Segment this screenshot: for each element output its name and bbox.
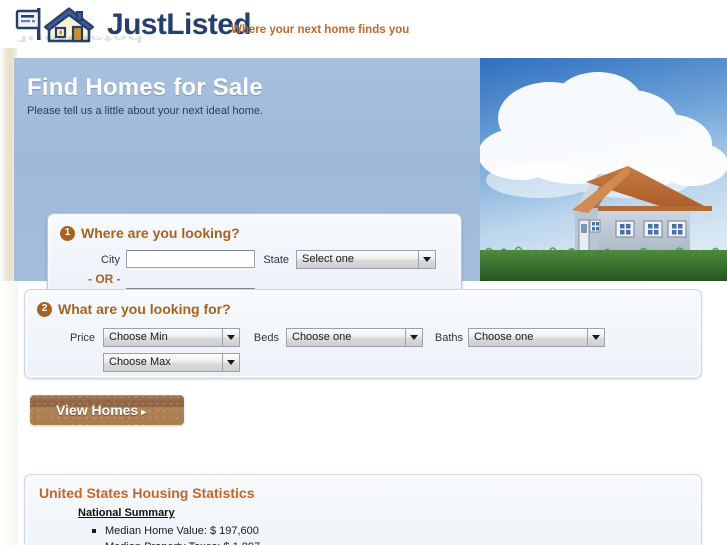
step-1-title: Where are you looking? xyxy=(81,225,240,241)
housing-statistics-panel: United States Housing Statistics Nationa… xyxy=(24,474,702,545)
price-min-select[interactable]: Choose Min xyxy=(103,328,240,347)
beds-label: Beds xyxy=(253,332,279,344)
step-2-badge: 2 xyxy=(37,301,52,317)
beds-value: Choose one xyxy=(292,331,352,343)
stats-title: United States Housing Statistics xyxy=(39,485,255,501)
chevron-down-icon xyxy=(405,329,422,346)
step-2-header: 2 What are you looking for? xyxy=(37,301,231,317)
step-1-header: 1 Where are you looking? xyxy=(60,225,240,241)
price-min-value: Choose Min xyxy=(109,331,168,343)
view-homes-label: View Homes xyxy=(56,402,139,418)
price-label: Price xyxy=(69,332,95,344)
chevron-down-icon xyxy=(587,329,604,346)
stats-subtitle: National Summary xyxy=(78,507,175,519)
step-2-title: What are you looking for? xyxy=(58,301,231,317)
or-separator: - OR - xyxy=(88,272,121,286)
price-max-select[interactable]: Choose Max xyxy=(103,353,240,372)
page-title: Find Homes for Sale xyxy=(27,74,263,101)
baths-value: Choose one xyxy=(474,331,534,343)
baths-label: Baths xyxy=(434,332,463,344)
page-subtitle: Please tell us a little about your next … xyxy=(27,105,264,117)
page-root: JustListed JustListed Where your next ho… xyxy=(0,0,727,545)
for-sale-sign-house-icon xyxy=(15,7,95,43)
list-item: Median Home Value: $ 197,600 xyxy=(91,523,260,539)
state-label: State xyxy=(263,254,289,266)
city-input[interactable] xyxy=(126,250,255,268)
chevron-down-icon xyxy=(222,354,239,371)
baths-select[interactable]: Choose one xyxy=(468,328,605,347)
site-tagline: Where your next home finds you xyxy=(231,24,410,36)
arrow-right-icon: ▸ xyxy=(141,407,147,418)
list-item: Median Property Taxes: $ 1,897 xyxy=(91,539,260,545)
view-homes-button[interactable]: View Homes ▸ xyxy=(30,395,184,425)
left-edge-stripe-lower xyxy=(0,281,18,545)
chevron-down-icon xyxy=(418,251,435,268)
site-header: JustListed JustListed Where your next ho… xyxy=(0,0,727,56)
hero-banner: Find Homes for Sale Please tell us a lit… xyxy=(14,58,727,318)
price-max-value: Choose Max xyxy=(109,356,171,368)
beds-select[interactable]: Choose one xyxy=(286,328,423,347)
step-1-badge: 1 xyxy=(60,225,75,241)
house-illustration xyxy=(480,58,727,281)
site-logo[interactable]: JustListed xyxy=(13,4,252,46)
city-label: City xyxy=(101,254,120,266)
state-select[interactable]: Select one xyxy=(296,250,436,269)
chevron-down-icon xyxy=(222,329,239,346)
state-select-value: Select one xyxy=(302,253,354,265)
logo-wordmark: JustListed xyxy=(107,8,252,41)
stats-list: Median Home Value: $ 197,600 Median Prop… xyxy=(91,523,260,545)
what-are-you-looking-for-panel: 2 What are you looking for? Price Choose… xyxy=(24,289,702,379)
